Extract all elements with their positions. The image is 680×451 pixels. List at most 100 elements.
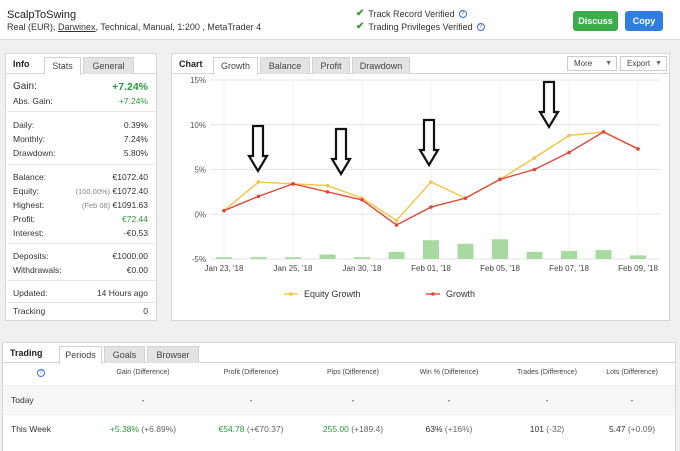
more-dropdown[interactable]: More ▼ — [567, 56, 617, 71]
pips-cell: 255.00 (+189.4) — [308, 424, 398, 434]
help-icon[interactable]: ? — [458, 9, 467, 18]
lots-cell: - — [630, 395, 634, 405]
daily-value: 0.39% — [123, 120, 148, 130]
y-tick-label: 5% — [194, 166, 206, 175]
x-tick-label: Feb 01, '18 — [411, 264, 451, 273]
column-header: Profit (Difference) — [223, 369, 279, 376]
gain-value: +5.38% — [109, 424, 139, 434]
meta-prefix: Real (EUR), — [7, 22, 59, 32]
tab-periods[interactable]: Periods — [59, 346, 102, 364]
check-icon: ✔ — [356, 21, 365, 32]
column-header: Pips (Difference) — [326, 369, 379, 376]
chart-panel: Chart Growth Balance Profit Drawdown Mor… — [171, 53, 670, 321]
meta-suffix: , Technical, Manual, 1:200 , MetaTrader … — [95, 22, 262, 32]
system-header: ScalpToSwing Real (EUR), Darwinex, Techn… — [0, 0, 680, 40]
growth-point — [532, 167, 537, 172]
volume-bar — [595, 250, 612, 259]
y-tick-label: -5% — [192, 255, 206, 264]
balance-label: Balance: — [13, 172, 47, 182]
growth-point — [222, 208, 226, 213]
help-icon[interactable]: ? — [476, 22, 485, 31]
profit-value: €54.78 — [218, 424, 245, 434]
tab-drawdown[interactable]: Drawdown — [352, 57, 410, 74]
y-tick-label: 15% — [190, 76, 206, 85]
growth-point — [394, 223, 399, 227]
copy-button[interactable]: Copy — [625, 11, 663, 31]
down-arrow-annotation — [330, 127, 352, 177]
legend-label: Growth — [446, 289, 475, 299]
monthly-row: Monthly: 7.24% — [13, 134, 148, 144]
highest-date: (Feb 08) — [81, 201, 111, 210]
tab-browser[interactable]: Browser — [147, 346, 199, 363]
x-tick-label: Feb 09, '18 — [618, 264, 658, 273]
monthly-value: 7.24% — [123, 134, 148, 144]
equity-row: Equity: (100.00%) €1072.40 — [13, 186, 148, 196]
volume-bar — [423, 240, 439, 259]
equity-growth-point — [325, 183, 330, 188]
y-tick-label: 10% — [190, 121, 206, 130]
interest-row: Interest: -€0.53 — [13, 228, 148, 238]
profit-value: €72.44 — [122, 214, 148, 224]
withdrawals-value: €0.00 — [126, 265, 148, 275]
down-arrow-annotation — [538, 80, 560, 130]
trades-cell: 101 (-32) — [497, 424, 597, 434]
discuss-button[interactable]: Discuss — [573, 11, 618, 31]
tab-stats[interactable]: Stats — [44, 57, 81, 75]
gain-row: Gain: +7.24% — [13, 81, 148, 93]
gain-value: +7.24% — [112, 81, 148, 93]
volume-bar — [285, 257, 301, 259]
broker-link[interactable]: Darwinex — [58, 22, 96, 32]
down-arrow-annotation — [418, 118, 440, 168]
tab-goals[interactable]: Goals — [104, 346, 145, 363]
gain-cell: +5.38% (+6.89%) — [98, 424, 188, 434]
growth-point — [567, 150, 571, 155]
tab-profit[interactable]: Profit — [312, 57, 350, 74]
tab-balance[interactable]: Balance — [260, 57, 310, 74]
growth-point — [498, 177, 502, 182]
export-dropdown[interactable]: Export ▼ — [620, 56, 667, 71]
volume-bar — [630, 255, 646, 259]
pips-diff: (+189.4) — [348, 424, 384, 434]
deposits-value: €1000.00 — [112, 251, 148, 261]
win-diff: (+16%) — [442, 424, 473, 434]
table-row[interactable]: This Week +5.38% (+6.89%) €54.78 (+€70.3… — [3, 414, 675, 442]
tab-general[interactable]: General — [83, 57, 134, 74]
growth-point — [325, 190, 330, 194]
x-tick-label: Feb 05, '18 — [480, 264, 520, 273]
deposits-row: Deposits: €1000.00 — [13, 251, 148, 261]
balance-row: Balance: €1072.40 — [13, 172, 148, 182]
divider — [7, 111, 155, 112]
abs-gain-label: Abs. Gain: — [13, 96, 53, 106]
tab-growth[interactable]: Growth — [213, 57, 258, 75]
gain-diff: (+6.89%) — [138, 424, 177, 434]
verify-label: Trading Privileges Verified — [368, 21, 473, 32]
volume-bar — [492, 239, 508, 259]
column-header: Win % (Difference) — [419, 369, 479, 376]
system-name: ScalpToSwing — [7, 9, 77, 21]
equity-label: Equity: — [13, 186, 39, 196]
deposits-label: Deposits: — [13, 251, 49, 261]
withdrawals-label: Withdrawals: — [13, 265, 62, 275]
divider — [7, 164, 155, 165]
equity-value: €1072.40 — [112, 186, 148, 196]
table-row[interactable]: Today - - - - - - — [3, 385, 675, 413]
chart-tabbar: Chart Growth Balance Profit Drawdown Mor… — [172, 54, 669, 75]
divider — [7, 302, 155, 303]
system-meta: Real (EUR), Darwinex, Technical, Manual,… — [7, 22, 261, 32]
highest-value: €1091.63 — [112, 200, 148, 210]
volume-bar — [526, 251, 543, 259]
highest-label: Highest: — [13, 200, 45, 210]
growth-point — [601, 130, 606, 134]
volume-bar — [319, 254, 336, 259]
volume-bar — [354, 257, 370, 259]
trading-panel: Trading Periods Goals Browser ? Gain (Di… — [2, 342, 676, 451]
volume-bar — [388, 251, 405, 259]
table-header: ? Gain (Difference) Profit (Difference) … — [3, 364, 675, 382]
equity-growth-point — [256, 180, 261, 184]
down-arrow-annotation — [247, 124, 269, 174]
help-icon[interactable]: ? — [37, 369, 45, 377]
abs-gain-row: Abs. Gain: +7.24% — [13, 96, 148, 106]
export-label: Export — [627, 59, 651, 68]
y-tick-label: 0% — [194, 210, 206, 219]
track-record-verified: ✔ Track Record Verified ? — [356, 8, 467, 19]
